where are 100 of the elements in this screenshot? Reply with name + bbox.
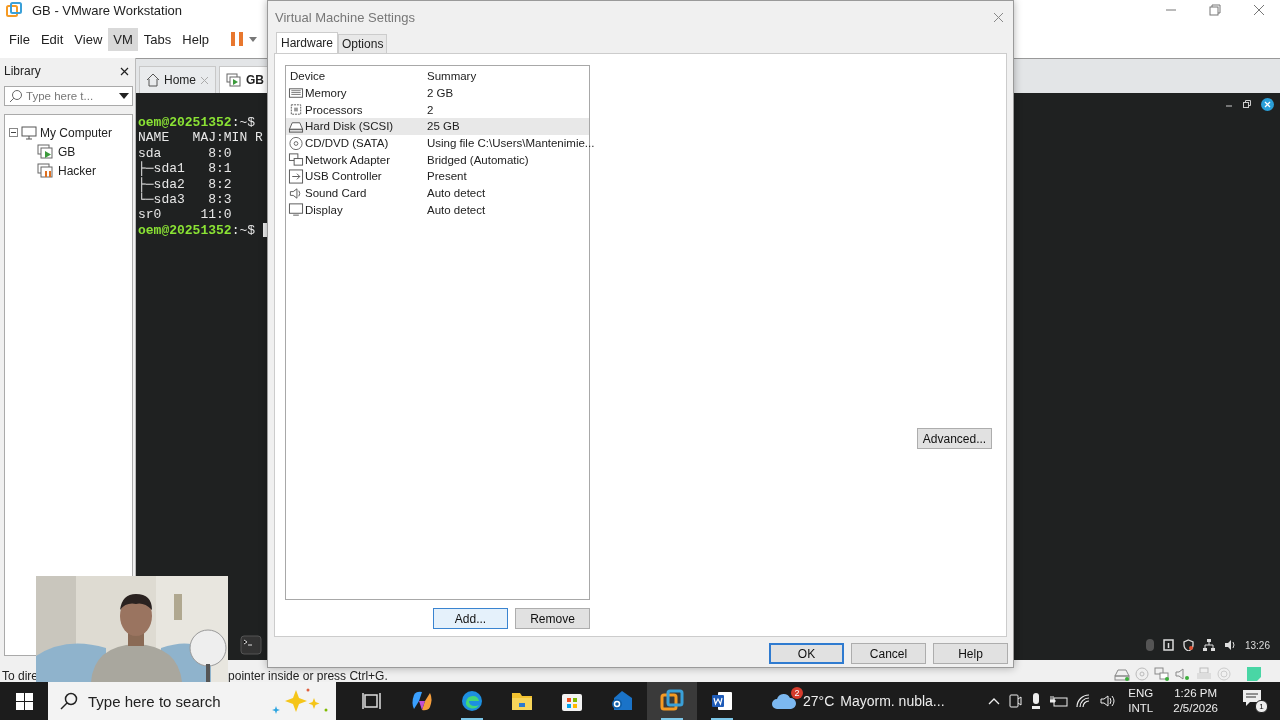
advanced-button[interactable]: Advanced...: [917, 428, 992, 449]
running-vm-icon: [37, 143, 55, 160]
tab[interactable]: Options: [338, 34, 388, 53]
terminal-line: NAME MAJ:MIN R: [138, 130, 263, 146]
tab[interactable]: Hardware: [276, 32, 339, 53]
device-row[interactable]: USB Controller Present: [286, 168, 589, 185]
computer-icon: [21, 125, 37, 140]
close-icon[interactable]: [120, 66, 129, 76]
clock[interactable]: 1:26 PM 2/5/2026: [1173, 686, 1218, 716]
shield-icon[interactable]: [1182, 639, 1194, 651]
vmware-app-icon[interactable]: [660, 689, 684, 713]
device-name: Display: [305, 203, 343, 216]
column-header[interactable]: Summary: [423, 70, 589, 83]
clock-text: 13:26: [1244, 639, 1270, 651]
window-title: GB - VMware Workstation: [32, 2, 183, 18]
terminal-line: sr0 11:0: [138, 207, 232, 223]
cloud-icon[interactable]: [771, 691, 797, 711]
count-badge: 1: [1255, 700, 1268, 713]
paused-vm-icon: [37, 162, 55, 179]
terminal-line: sda 8:0: [138, 145, 232, 161]
dropdown-arrow-icon[interactable]: [119, 93, 129, 99]
terminal-line: ├─sda2 8:2: [138, 176, 232, 192]
panel-title: Library: [4, 64, 41, 78]
prompt-path: :~$: [231, 115, 256, 131]
device-row[interactable]: Sound Card Auto detect: [286, 184, 589, 202]
device-row[interactable]: Processors 2: [286, 101, 589, 119]
prompt-user: oem@20251352: [138, 222, 232, 239]
device-name: CD/DVD (SATA): [305, 137, 389, 150]
mail-icon[interactable]: [610, 689, 634, 713]
tab-label: Home: [164, 73, 196, 87]
app-logo-icon: [6, 2, 22, 18]
device-summary: 2: [427, 103, 434, 116]
add-button[interactable]: Add...: [433, 608, 508, 629]
tree-item[interactable]: Hacker: [58, 163, 96, 178]
microphone-icon[interactable]: [1030, 692, 1043, 710]
browser-icon[interactable]: [460, 689, 484, 713]
device-summary: Auto detect: [427, 187, 486, 200]
volume-icon[interactable]: [1223, 639, 1236, 651]
menu-item[interactable]: Edit: [35, 27, 69, 51]
terminal-icon[interactable]: [240, 635, 262, 655]
count-badge: 2: [791, 687, 803, 699]
close-icon[interactable]: [1261, 97, 1274, 111]
device-summary: Present: [427, 170, 467, 183]
clipboard-icon[interactable]: [1162, 639, 1174, 651]
search-field[interactable]: Type here to search: [48, 682, 336, 720]
camera-icon[interactable]: [1008, 693, 1023, 709]
caret-icon: [249, 36, 258, 42]
home-icon: [146, 73, 160, 87]
pause-icon: [229, 31, 246, 47]
menu-item[interactable]: Help: [177, 27, 215, 51]
help-button[interactable]: Help: [933, 643, 1008, 664]
monitor-icon: [288, 202, 304, 218]
device-row[interactable]: Hard Disk (SCSI) 25 GB: [286, 118, 589, 135]
tree-item[interactable]: My Computer: [40, 125, 113, 140]
device-name: Hard Disk (SCSI): [305, 120, 394, 133]
menu-item[interactable]: View: [69, 27, 108, 51]
column-header[interactable]: Device: [286, 70, 423, 83]
folder-icon[interactable]: [510, 690, 534, 712]
search-field[interactable]: Type here t...: [4, 86, 133, 106]
task-view-icon[interactable]: [361, 691, 383, 711]
cancel-button[interactable]: Cancel: [851, 643, 926, 664]
terminal-line: ├─sda1 8:1: [138, 161, 232, 177]
usb-icon: [288, 168, 304, 184]
prompt-user: oem@20251352: [138, 115, 232, 131]
notification-icon[interactable]: [1242, 689, 1262, 707]
taskbar-app-button[interactable]: [647, 682, 697, 720]
ok-button[interactable]: OK: [769, 643, 844, 664]
device-summary: Bridged (Automatic): [427, 153, 529, 166]
menu-item[interactable]: File: [4, 27, 35, 51]
disc-icon: [288, 135, 304, 151]
battery-icon[interactable]: [1050, 694, 1069, 708]
input-language[interactable]: ENG INTL: [1128, 686, 1154, 716]
device-summary: Using file C:\Users\Mantenimie...: [427, 137, 595, 150]
network-icon: [288, 152, 304, 168]
windows-logo-icon: [15, 692, 33, 710]
menu-item[interactable]: VM: [108, 27, 138, 51]
network-icon[interactable]: [1202, 639, 1215, 651]
document-app-icon[interactable]: [710, 689, 734, 713]
device-name: Processors: [305, 103, 363, 116]
volume-icon[interactable]: [1100, 694, 1117, 708]
device-name: USB Controller: [305, 170, 382, 183]
dialog-title: Virtual Machine Settings: [275, 9, 415, 25]
tab[interactable]: Home: [139, 66, 216, 93]
restore-icon[interactable]: [1243, 100, 1251, 108]
weather-text[interactable]: Mayorm. nubla...: [840, 693, 945, 709]
running-vm-icon: [226, 73, 242, 87]
memory-icon: [288, 85, 304, 101]
temperature-text[interactable]: 27°C: [803, 693, 835, 709]
prompt-path: :~$: [231, 222, 256, 239]
device-name: Sound Card: [305, 187, 367, 200]
device-row[interactable]: Network Adapter Bridged (Automatic): [286, 151, 589, 169]
device-summary: Auto detect: [427, 203, 486, 216]
tree-item[interactable]: GB: [58, 144, 76, 159]
collapse-icon[interactable]: [9, 128, 18, 137]
device-row[interactable]: Display Auto detect: [286, 201, 589, 219]
device-row[interactable]: Memory 2 GB: [286, 84, 589, 102]
chevron-up-icon[interactable]: [988, 697, 1001, 705]
remove-button[interactable]: Remove: [515, 608, 590, 629]
status-text: pointer inside or press Ctrl+G.: [228, 670, 388, 682]
menu-item[interactable]: Tabs: [138, 27, 177, 51]
